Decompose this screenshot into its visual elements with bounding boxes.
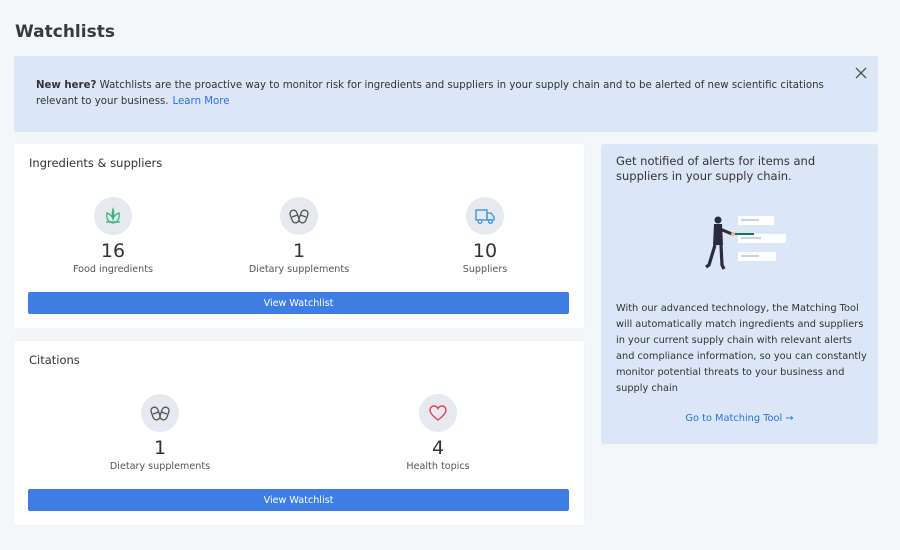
side-title: Get notified of alerts for items and sup… — [616, 154, 816, 183]
stat-label: Health topics — [406, 461, 470, 472]
learn-more-link[interactable]: Learn More — [173, 96, 230, 107]
heart-icon — [419, 394, 457, 432]
stat-value: 1 — [292, 240, 306, 262]
stat-label: Dietary supplements — [248, 264, 350, 275]
stat-value: 1 — [153, 437, 167, 459]
card-title: Ingredients & suppliers — [29, 156, 163, 170]
stat-health-topics[interactable]: 4 Health topics — [358, 394, 518, 472]
truck-icon — [466, 197, 504, 235]
banner-bold: New here? — [36, 80, 97, 91]
ingredients-suppliers-card: Ingredients & suppliers 16 Food ingredie… — [14, 144, 584, 328]
stat-suppliers[interactable]: 10 Suppliers — [405, 197, 565, 275]
citations-card: Citations 1 Dietary supplements 4 Health… — [14, 341, 584, 525]
stat-value: 16 — [100, 240, 126, 262]
banner-text: New here? Watchlists are the proactive w… — [36, 80, 824, 107]
close-icon[interactable] — [854, 66, 868, 80]
card-title: Citations — [29, 353, 80, 367]
view-watchlist-button[interactable]: View Watchlist — [28, 292, 569, 314]
stat-food-ingredients[interactable]: 16 Food ingredients — [33, 197, 193, 275]
pills-icon — [141, 394, 179, 432]
banner-body: Watchlists are the proactive way to moni… — [36, 80, 824, 107]
stat-dietary-supplements[interactable]: 1 Dietary supplements — [219, 197, 379, 275]
leaf-icon — [94, 197, 132, 235]
view-watchlist-button[interactable]: View Watchlist — [28, 489, 569, 511]
matching-tool-panel: Get notified of alerts for items and sup… — [601, 144, 878, 444]
side-body: With our advanced technology, the Matchi… — [616, 303, 867, 394]
pills-icon — [280, 197, 318, 235]
stat-label: Suppliers — [462, 264, 508, 275]
stat-dietary-supplements[interactable]: 1 Dietary supplements — [80, 394, 240, 472]
stat-label: Food ingredients — [72, 264, 154, 275]
stat-value: 10 — [472, 240, 498, 262]
stat-value: 4 — [431, 437, 445, 459]
go-to-matching-tool-link[interactable]: Go to Matching Tool → — [601, 413, 878, 424]
stat-label: Dietary supplements — [109, 461, 211, 472]
notification-illustration — [705, 216, 786, 270]
info-banner: New here? Watchlists are the proactive w… — [14, 56, 878, 132]
page-title: Watchlists — [15, 22, 115, 42]
